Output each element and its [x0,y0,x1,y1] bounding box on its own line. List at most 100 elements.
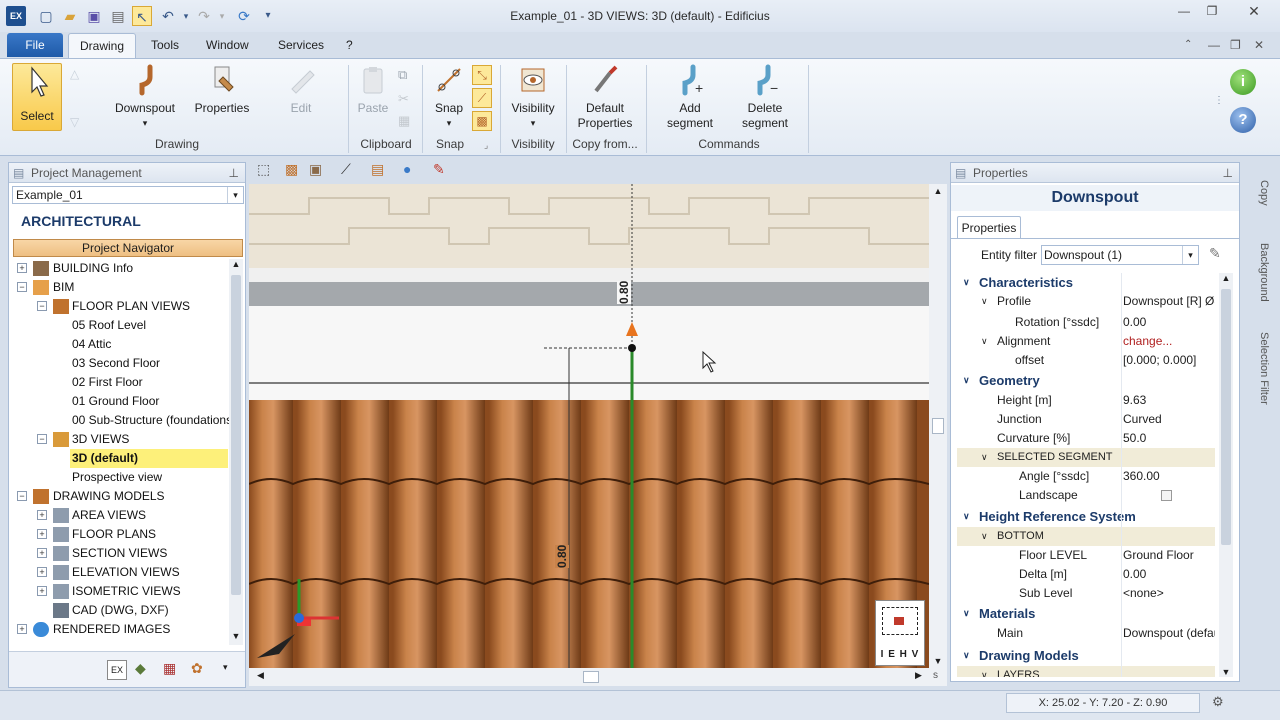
chevron-down-icon[interactable]: ▾ [1182,246,1198,264]
viewport-vscrollbar[interactable]: ▲ ▼ [929,184,947,668]
project-icon[interactable]: EX [107,660,127,680]
properties-button[interactable]: Properties [190,63,254,116]
pencil-icon[interactable]: ✎ [433,161,445,178]
subsection-selected-segment[interactable]: ∨ SELECTED SEGMENT [957,448,1215,467]
properties-scrollbar[interactable]: ▲ ▼ [1219,273,1233,677]
tree-item-roof-level[interactable]: 05 Roof Level [72,316,146,335]
doc-restore-icon[interactable]: ❐ [1222,33,1249,58]
tree-item-second-floor[interactable]: 03 Second Floor [72,354,160,373]
minimize-icon[interactable]: — [1170,3,1198,21]
view-cube-labels[interactable]: I E H V [876,649,924,660]
dialog-launcher-icon[interactable]: ⌟ [484,140,488,151]
status-settings-icon[interactable]: ⚙ [1212,694,1224,710]
edit-button[interactable]: Edit [272,63,330,116]
collapse-icon[interactable]: ∨ [981,666,988,677]
collapse-icon[interactable]: − [37,434,47,444]
more-options-icon[interactable]: ⋮ [1214,95,1224,106]
prop-value[interactable]: Curved [1123,410,1215,429]
prop-value[interactable]: <none> [1123,584,1215,603]
side-tab-background[interactable]: Background [1248,232,1270,312]
snap-button[interactable]: Snap ▾ [428,63,470,131]
prop-row-height[interactable]: Height [m] 9.63 [957,391,1215,410]
help-icon[interactable]: ? [1230,107,1256,133]
viewport-hscrollbar[interactable]: ◀ ▶ s [249,668,947,686]
scrollbar-thumb[interactable] [1221,289,1231,545]
3d-viewport[interactable]: 0.80 0.80 I E H V [249,184,929,668]
tree-item-attic[interactable]: 04 Attic [72,335,111,354]
snap-endpoint-icon[interactable]: ⤡ [472,65,492,85]
collapse-icon[interactable]: − [37,301,47,311]
collapse-icon[interactable]: ∨ [963,507,970,526]
tree-item-ground-floor[interactable]: 01 Ground Floor [72,392,159,411]
downspout-node[interactable] [628,344,636,352]
entity-filter-select[interactable]: Downspout (1) ▾ [1041,245,1199,265]
collapse-icon[interactable]: ∨ [963,604,970,623]
side-tab-selection-filter[interactable]: Selection Filter [1248,318,1270,418]
snap-line-icon[interactable]: ⟋ [472,88,492,108]
split-view-icon[interactable]: s [933,670,938,681]
collapse-icon[interactable]: ∨ [963,273,970,292]
subsection-layers[interactable]: ∨ LAYERS [957,666,1215,677]
expand-icon[interactable]: ∨ [981,332,988,351]
expand-icon[interactable]: ∨ [981,292,988,311]
render-icon[interactable]: ● [403,161,411,177]
scroll-down-icon[interactable]: ▼ [929,656,947,666]
prop-value[interactable]: change... [1123,332,1215,351]
prop-value[interactable]: [0.000; 0.000] [1123,351,1215,370]
tab-tools[interactable]: Tools [143,33,187,58]
copy-icon[interactable]: ⧉ [398,67,416,85]
collapse-icon[interactable]: ∨ [981,448,988,467]
prop-value[interactable]: 9.63 [1123,391,1215,410]
scroll-right-icon[interactable]: ▶ [915,670,922,681]
project-navigator-header[interactable]: Project Navigator [13,239,243,257]
tab-window[interactable]: Window [198,33,257,58]
expand-icon[interactable]: + [17,263,27,273]
prop-row-offset[interactable]: offset [0.000; 0.000] [957,351,1215,370]
tree-scrollbar[interactable]: ▲ ▼ [229,259,243,645]
collapse-icon[interactable]: − [17,282,27,292]
default-properties-button[interactable]: Default Properties [572,63,638,131]
tree-item-sub-structure[interactable]: 00 Sub-Structure (foundations) [72,411,229,430]
section-height-reference[interactable]: ∨ Height Reference System [957,507,1215,526]
prop-row-alignment[interactable]: ∨ Alignment change... [957,332,1215,351]
tab-help[interactable]: ? [338,33,361,58]
downspout-button[interactable]: Downspout ▾ [110,63,180,131]
tab-drawing[interactable]: Drawing [68,33,136,58]
tree-item-prospective-view[interactable]: Prospective view [72,468,162,487]
paste-button[interactable]: Paste [354,63,392,116]
expand-icon[interactable]: + [17,624,27,634]
drawing-icon[interactable]: ▦ [163,660,183,680]
tree-item-3d-default[interactable]: 3D (default) [70,449,228,468]
delete-segment-button[interactable]: − Delete segment [734,63,796,131]
tab-services[interactable]: Services [270,33,332,58]
settings-icon[interactable]: ✿ [191,660,211,680]
prop-row-main[interactable]: Main Downspout (default) [957,624,1215,643]
file-menu[interactable]: File [7,33,63,57]
subsection-bottom[interactable]: ∨ BOTTOM [957,527,1215,546]
prop-value[interactable]: Ground Floor [1123,546,1215,565]
cut-icon[interactable]: ✂ [398,91,416,109]
scroll-left-icon[interactable]: ◀ [257,670,264,681]
visibility-button[interactable]: Visibility ▾ [506,63,560,131]
collapse-icon[interactable]: ∨ [981,527,988,546]
paste-special-icon[interactable]: ▦ [398,113,416,131]
prop-value[interactable]: Downspout (default) [1123,624,1215,643]
prop-value[interactable]: 360.00 [1123,467,1215,486]
fit-view-icon[interactable]: ⬚ [257,161,270,178]
scroll-up-icon[interactable]: ▲ [929,186,947,196]
filter-edit-icon[interactable]: ✎ [1209,245,1221,262]
prop-value[interactable]: Downspout [R] Ø80 [1123,292,1215,311]
expand-icon[interactable]: + [37,548,47,558]
collapse-icon[interactable]: − [17,491,27,501]
section-geometry[interactable]: ∨ Geometry [957,371,1215,390]
snap-grid-icon[interactable]: ▩ [472,111,492,131]
doc-close-icon[interactable]: ✕ [1246,33,1272,58]
view-cube-center-icon[interactable] [894,617,904,625]
texture-icon[interactable]: ▩ [285,161,298,178]
scrollbar-thumb[interactable] [932,418,944,434]
tab-properties[interactable]: Properties [957,216,1021,238]
expand-icon[interactable]: + [37,567,47,577]
prop-value[interactable]: 0.00 [1123,313,1215,332]
scroll-up-icon[interactable]: ▲ [229,259,243,273]
landscape-checkbox[interactable] [1161,490,1172,501]
